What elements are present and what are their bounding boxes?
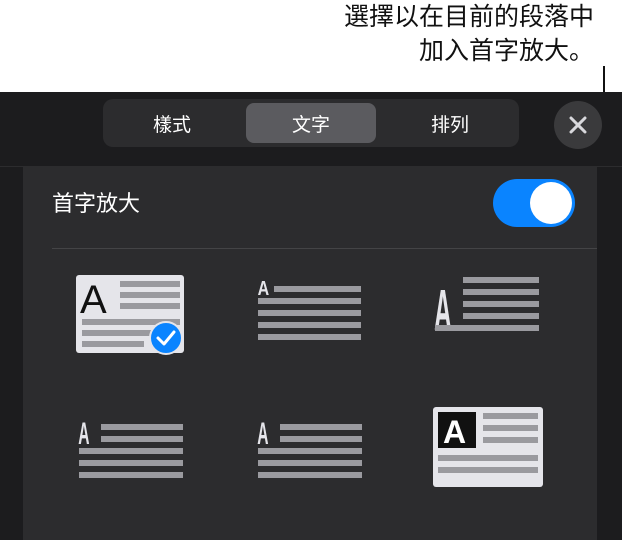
drop-cap-label: 首字放大: [52, 192, 141, 217]
close-button[interactable]: [554, 101, 602, 149]
style-letter: A: [78, 417, 89, 451]
drop-cap-style-2-icon: A: [258, 277, 361, 340]
checkmark-icon: [149, 321, 183, 355]
tab-style[interactable]: 樣式: [107, 103, 237, 143]
divider: [52, 248, 597, 249]
style-letter: A: [434, 279, 451, 343]
close-icon: [569, 116, 587, 134]
style-letter: A: [80, 278, 107, 322]
drop-cap-toggle[interactable]: [493, 179, 575, 227]
drop-cap-style-3-icon: A: [434, 277, 539, 343]
tab-arrange[interactable]: 排列: [385, 103, 515, 143]
tab-control: 樣式 文字 排列: [103, 99, 519, 147]
text-settings-content: 首字放大 A A A A A A: [23, 167, 597, 540]
tab-text[interactable]: 文字: [246, 103, 376, 143]
drop-cap-style-6-icon: A: [433, 407, 543, 487]
drop-cap-style-4[interactable]: A: [77, 415, 189, 503]
toggle-knob: [530, 182, 572, 224]
style-letter: A: [258, 277, 270, 299]
drop-cap-style-3[interactable]: A: [433, 275, 545, 363]
style-letter: A: [257, 417, 268, 451]
drop-cap-style-6[interactable]: A: [433, 407, 545, 495]
drop-cap-style-1-icon: A: [76, 275, 184, 355]
panel-header: 樣式 文字 排列: [0, 92, 622, 167]
drop-cap-style-4-icon: A: [78, 417, 183, 478]
drop-cap-style-5-icon: A: [257, 417, 362, 478]
drop-cap-style-5[interactable]: A: [256, 415, 368, 503]
style-letter: A: [443, 414, 466, 450]
drop-cap-style-1[interactable]: A: [76, 275, 188, 363]
drop-cap-style-2[interactable]: A: [256, 275, 368, 363]
format-panel: 樣式 文字 排列 首字放大 A A A A A A: [0, 92, 622, 540]
